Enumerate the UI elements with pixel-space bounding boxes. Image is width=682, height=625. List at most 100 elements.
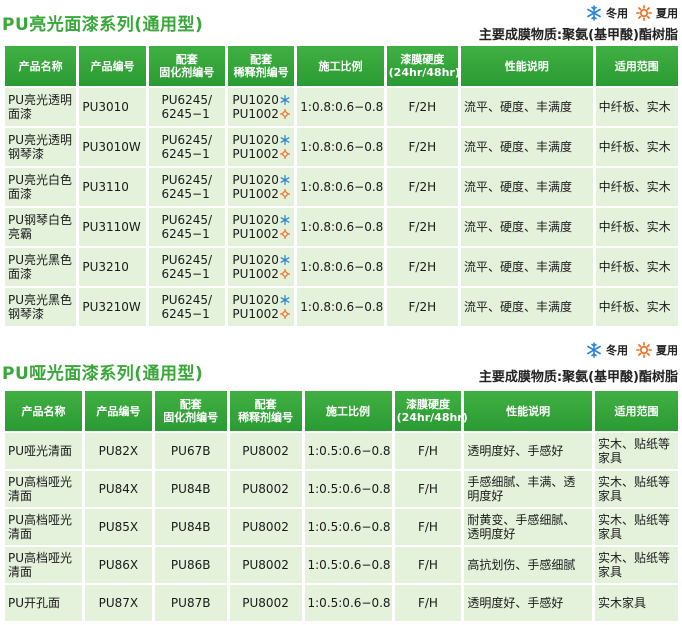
product-name-cell: PU高档哑光 清面 (5, 509, 82, 545)
header-product-code: 产品编号 (84, 391, 152, 431)
performance-cell: 流平、硬度、丰满度 (460, 208, 593, 246)
header-application: 适用范围 (594, 391, 678, 431)
mix-ratio-cell: 1:0.8:0.6−0.8 (297, 248, 384, 286)
film-hardness-cell: F/2H (386, 88, 458, 126)
film-hardness-cell: F/2H (386, 128, 458, 166)
product-name-cell: PU亮光透明 钢琴漆 (5, 128, 77, 166)
mix-ratio-cell: 1:0.5:0.6−0.8 (304, 509, 392, 545)
product-name-cell: PU亮光透明 面漆 (5, 88, 77, 126)
film-hardness-cell: F/H (394, 585, 462, 621)
performance-cell: 手感细腻、丰满、透 明度好 (464, 471, 592, 507)
application-cell: 中纤板、实木 (595, 288, 678, 326)
film-hardness-cell: F/2H (386, 288, 458, 326)
thinner-cell: PU1020 PU1002 (227, 128, 295, 166)
product-code-cell: PU3010 (79, 88, 146, 126)
film-hardness-cell: F/H (394, 509, 462, 545)
application-cell: 中纤板、实木 (595, 168, 678, 206)
table-row: PU亮光黑色 面漆 PU3210 PU6245/6245−1 PU1020 PU1002 1… (5, 248, 678, 286)
legend-winter: 冬用 (586, 342, 628, 358)
product-code-cell: PU3210 (79, 248, 146, 286)
application-cell: 中纤板、实木 (595, 128, 678, 166)
legend-summer-label: 夏用 (656, 344, 678, 357)
sun-icon (636, 342, 652, 358)
performance-cell: 流平、硬度、丰满度 (460, 248, 593, 286)
mix-ratio-cell: 1:0.5:0.6−0.8 (304, 471, 392, 507)
header-curing-agent: 配套 固化剂编号 (148, 46, 225, 86)
mix-ratio-cell: 1:0.5:0.6−0.8 (304, 547, 392, 583)
snowflake-icon (280, 175, 290, 185)
product-name-cell: PU亮光黑色 面漆 (5, 248, 77, 286)
table-row: PU哑光清面 PU82X PU67B PU8002 1:0.5:0.6−0.8 F/H 透明… (5, 433, 678, 469)
performance-cell: 耐黄变、手感细腻、 透明度好 (464, 509, 592, 545)
table-row: PU亮光透明 面漆 PU3010 PU6245/6245−1 PU1020 PU1002 1… (5, 88, 678, 126)
table-row: PU亮光黑色 钢琴漆 PU3210W PU6245/6245−1 PU1020 PU100… (5, 288, 678, 326)
snowflake-icon (280, 135, 290, 145)
sun-icon (279, 229, 290, 239)
curing-agent-cell: PU6245/6245−1 (148, 88, 225, 126)
snowflake-icon (587, 342, 601, 358)
performance-cell: 透明度好、手感好 (464, 585, 592, 621)
table-header-row: 产品名称 产品编号 配套 固化剂编号 配套 稀释剂编号 施工比例 漆膜硬度 (24hr… (5, 391, 678, 431)
section-subtitle: 主要成膜物质:聚氨(基甲酸)酯树脂 (478, 370, 678, 385)
product-code-cell: PU3010W (79, 128, 146, 166)
header-thinner: 配套 稀释剂编号 (229, 391, 302, 431)
curing-agent-cell: PU6245/6245−1 (148, 128, 225, 166)
table-row: PU高档哑光 清面 PU85X PU84B PU8002 1:0.5:0.6−0.8 F/H… (5, 509, 678, 545)
header-curing-agent: 配套 固化剂编号 (154, 391, 227, 431)
performance-cell: 流平、硬度、丰满度 (460, 168, 593, 206)
table-header-row: 产品名称 产品编号 配套 固化剂编号 配套 稀释剂编号 施工比例 漆膜硬度 (24hr… (5, 46, 678, 86)
snowflake-icon (587, 5, 601, 21)
mix-ratio-cell: 1:0.8:0.6−0.8 (297, 128, 384, 166)
mix-ratio-cell: 1:0.8:0.6−0.8 (297, 288, 384, 326)
header-product-name: 产品名称 (5, 391, 82, 431)
header-product-name: 产品名称 (5, 46, 77, 86)
header-film-hardness: 漆膜硬度 (24hr/48hr) (394, 391, 468, 431)
legend-summer: 夏用 (636, 342, 678, 358)
spec-table: 产品名称 产品编号 配套 固化剂编号 配套 稀释剂编号 施工比例 漆膜硬度 (24hr… (2, 44, 681, 328)
legend-summer-label: 夏用 (656, 7, 678, 20)
thinner-cell: PU8002 (229, 509, 302, 545)
sun-icon (279, 269, 290, 279)
product-name-cell: PU高档哑光 清面 (5, 547, 82, 583)
sun-icon (279, 149, 290, 159)
application-cell: 中纤板、实木 (595, 248, 678, 286)
mix-ratio-cell: 1:0.8:0.6−0.8 (297, 168, 384, 206)
product-code-cell: PU85X (84, 509, 152, 545)
application-cell: 中纤板、实木 (595, 88, 678, 126)
product-code-cell: PU84X (84, 471, 152, 507)
application-cell: 实木、贴纸等 家具 (594, 509, 678, 545)
season-legend: 冬用 夏用 (578, 2, 678, 24)
curing-agent-cell: PU67B (154, 433, 227, 469)
product-code-cell: PU86X (84, 547, 152, 583)
product-code-cell: PU3110 (79, 168, 146, 206)
header-performance: 性能说明 (464, 391, 592, 431)
application-cell: 实木、贴纸等 家具 (594, 471, 678, 507)
curing-agent-cell: PU6245/6245−1 (148, 208, 225, 246)
legend-winter: 冬用 (586, 5, 628, 21)
performance-cell: 流平、硬度、丰满度 (460, 288, 593, 326)
product-code-cell: PU82X (84, 433, 152, 469)
mix-ratio-cell: 1:0.5:0.6−0.8 (304, 585, 392, 621)
thinner-cell: PU8002 (229, 547, 302, 583)
application-cell: 实木、贴纸等 家具 (594, 547, 678, 583)
mix-ratio-cell: 1:0.8:0.6−0.8 (297, 208, 384, 246)
season-legend: 冬用 夏用 (578, 339, 678, 361)
legend-summer: 夏用 (636, 5, 678, 21)
performance-cell: 透明度好、手感好 (464, 433, 592, 469)
product-code-cell: PU87X (84, 585, 152, 621)
header-film-hardness: 漆膜硬度 (24hr/48hr) (386, 46, 460, 86)
thinner-cell: PU8002 (229, 433, 302, 469)
sun-icon (636, 5, 652, 21)
legend-winter-label: 冬用 (606, 7, 628, 20)
mix-ratio-cell: 1:0.5:0.6−0.8 (304, 433, 392, 469)
curing-agent-cell: PU6245/6245−1 (148, 288, 225, 326)
thinner-cell: PU1020 PU1002 (227, 88, 295, 126)
thinner-cell: PU1020 PU1002 (227, 168, 295, 206)
table-row: PU亮光白色 面漆 PU3110 PU6245/6245−1 PU1020 PU1002 1… (5, 168, 678, 206)
film-hardness-cell: F/H (394, 433, 462, 469)
performance-cell: 流平、硬度、丰满度 (460, 128, 593, 166)
table-row: PU钢琴白色 亮霸 PU3110W PU6245/6245−1 PU1020 PU1002… (5, 208, 678, 246)
film-hardness-cell: F/2H (386, 208, 458, 246)
product-name-cell: PU哑光清面 (5, 433, 82, 469)
snowflake-icon (280, 95, 290, 105)
